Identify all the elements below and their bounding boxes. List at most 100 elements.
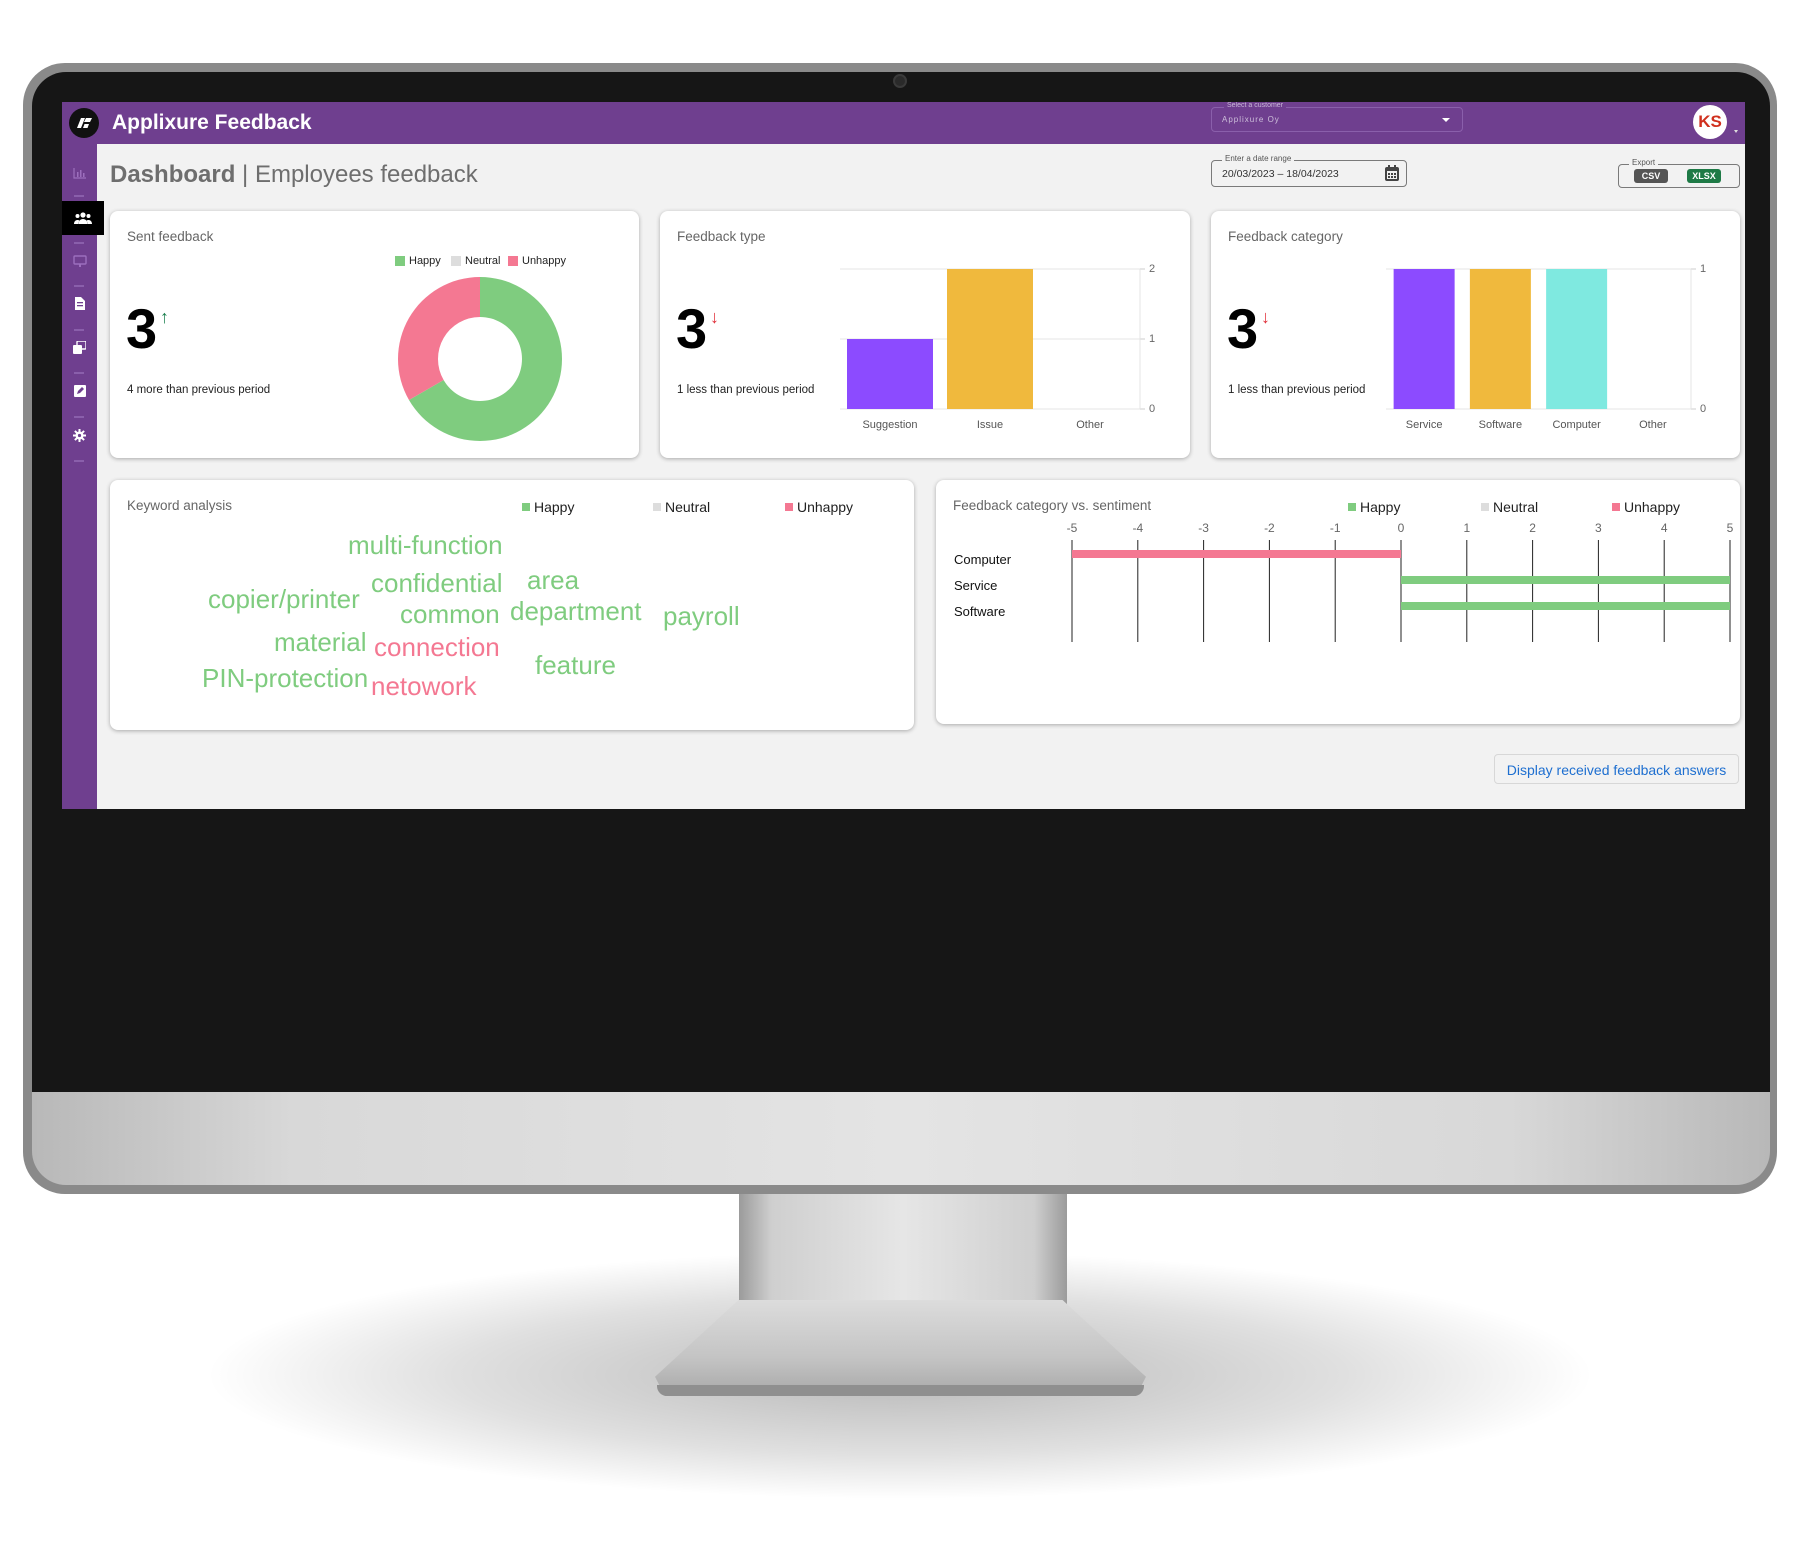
- sent-feedback-count: 3: [126, 297, 158, 360]
- keyword[interactable]: department: [510, 597, 642, 625]
- monitor-stand-base: [655, 1300, 1146, 1396]
- category-label: Software: [954, 604, 1005, 619]
- legend-neutral: Neutral: [1481, 499, 1538, 515]
- x-tick-label: 3: [1595, 521, 1602, 535]
- legend-unhappy: Unhappy: [1612, 499, 1680, 515]
- keyword[interactable]: area: [527, 566, 579, 594]
- document-icon: [74, 296, 85, 310]
- bar-service: [1393, 269, 1455, 409]
- users-icon: [74, 212, 92, 224]
- legend-swatch: [1481, 503, 1489, 511]
- keyword[interactable]: multi-function: [348, 531, 503, 559]
- export-label: Export: [1629, 158, 1659, 168]
- x-tick-label: 0: [1398, 521, 1405, 535]
- customer-select-label: Select a customer: [1224, 102, 1287, 110]
- legend-label: Happy: [409, 255, 441, 267]
- camera-icon: [893, 74, 907, 88]
- keyword[interactable]: material: [274, 628, 366, 656]
- chevron-down-icon: [1442, 118, 1450, 122]
- keyword[interactable]: netowork: [371, 672, 477, 700]
- card-title: Feedback type: [677, 229, 766, 244]
- sidebar-item-reports[interactable]: [62, 286, 97, 320]
- legend-swatch: [1612, 503, 1620, 511]
- x-tick-label: Software: [1479, 419, 1522, 431]
- feedback-type-comparison: 1 less than previous period: [677, 384, 815, 396]
- sidebar-item-statistics[interactable]: [62, 156, 97, 190]
- category-sentiment-card: Feedback category vs. sentiment Happy Ne…: [936, 480, 1740, 724]
- x-tick-label: Other: [1639, 419, 1667, 431]
- legend-swatch: [395, 256, 405, 266]
- app-title: Applixure Feedback: [112, 111, 312, 134]
- sidebar-item-employees[interactable]: [62, 201, 104, 235]
- avatar-menu-caret-icon[interactable]: [1734, 130, 1738, 133]
- keyword-analysis-card: Keyword analysis Happy Neutral Unhappy m…: [110, 480, 914, 730]
- sent-feedback-card: Sent feedback 3 ↑ 4 more than previous p…: [110, 211, 639, 458]
- monitor-icon: [72, 254, 87, 267]
- card-title: Feedback category: [1228, 229, 1343, 244]
- y-tick-label: 0: [1700, 403, 1706, 415]
- card-title: Feedback category vs. sentiment: [953, 498, 1152, 513]
- edit-icon: [73, 385, 86, 397]
- x-tick-label: 2: [1529, 521, 1536, 535]
- monitor-stand-lip: [657, 1385, 1144, 1396]
- keyword[interactable]: confidential: [371, 569, 503, 597]
- customer-select-value: Applixure Oy: [1222, 115, 1280, 124]
- category-sentiment-chart: -5 -4 -3 -2 -1 0 1 2 3 4 5 Computer Service Software: [954, 521, 1734, 642]
- legend-label: Neutral: [1493, 499, 1539, 515]
- monitor-chin: [32, 1092, 1770, 1185]
- calendar-icon[interactable]: [1384, 165, 1400, 182]
- feedback-category-count: 3: [1227, 297, 1259, 360]
- y-tick-label: 2: [1149, 263, 1155, 275]
- keyword[interactable]: copier/printer: [208, 585, 360, 613]
- x-tick-label: -2: [1264, 521, 1275, 535]
- sidebar-item-edit[interactable]: [62, 374, 97, 408]
- keyword[interactable]: payroll: [663, 602, 740, 630]
- feedback-type-card: Feedback type 3 ↓ 1 less than previous p…: [660, 211, 1190, 458]
- keyword-word-cloud: multi-function confidential area copier/…: [110, 480, 914, 730]
- keyword[interactable]: connection: [374, 633, 500, 661]
- legend-label: Happy: [1360, 499, 1401, 515]
- gear-icon: [73, 428, 86, 442]
- export-group: Export CSV XLSX: [1618, 158, 1740, 188]
- keyword[interactable]: PIN-protection: [202, 664, 368, 692]
- app-window: Applixure Feedback Select a customer App…: [62, 102, 1745, 809]
- top-bar: Applixure Feedback Select a customer App…: [62, 102, 1745, 144]
- keyword[interactable]: feature: [535, 651, 616, 679]
- date-range-field[interactable]: Enter a date range 20/03/2023 – 18/04/20…: [1211, 154, 1407, 187]
- x-tick-label: -1: [1330, 521, 1341, 535]
- sent-feedback-comparison: 4 more than previous period: [127, 384, 271, 396]
- date-range-label: Enter a date range: [1222, 154, 1295, 164]
- bar-service-happy: [1401, 576, 1730, 584]
- bar-computer-unhappy: [1072, 550, 1401, 558]
- x-tick-label: -4: [1132, 521, 1143, 535]
- sidebar-item-settings[interactable]: [62, 418, 97, 452]
- display-feedback-answers-button[interactable]: Display received feedback answers: [1494, 754, 1739, 784]
- category-label: Computer: [954, 552, 1012, 567]
- legend-label: Unhappy: [1624, 499, 1681, 515]
- legend-unhappy: Unhappy: [508, 255, 566, 267]
- x-tick-label: Service: [1406, 419, 1443, 431]
- y-tick-label: 0: [1149, 403, 1155, 415]
- feedback-category-card: Feedback category 3 ↓ 1 less than previo…: [1211, 211, 1740, 458]
- bar-software-happy: [1401, 602, 1730, 610]
- sidebar-item-devices[interactable]: [62, 244, 97, 278]
- x-tick-label: 1: [1463, 521, 1470, 535]
- feedback-category-bar-chart: 0 1 Service Software Computer Other: [1386, 263, 1706, 431]
- date-range-value: 20/03/2023 – 18/04/2023: [1222, 168, 1339, 180]
- x-tick-label: 5: [1727, 521, 1734, 535]
- bar-issue: [947, 269, 1033, 409]
- feedback-type-bar-chart: 0 1 2 Suggestion Issue Other: [840, 263, 1155, 431]
- user-avatar[interactable]: KS: [1693, 105, 1727, 139]
- export-csv-button[interactable]: CSV: [1634, 169, 1668, 183]
- customer-select[interactable]: Select a customer Applixure Oy: [1211, 102, 1463, 132]
- legend-swatch: [1348, 503, 1356, 511]
- keyword[interactable]: common: [400, 600, 500, 628]
- x-tick-label: Computer: [1552, 419, 1601, 431]
- export-xlsx-button[interactable]: XLSX: [1687, 169, 1721, 183]
- legend-label: Unhappy: [522, 255, 567, 267]
- legend-happy: Happy: [1348, 499, 1400, 515]
- legend-swatch: [508, 256, 518, 266]
- sidebar-item-copies[interactable]: [62, 330, 97, 364]
- page-title-main: Dashboard: [110, 161, 236, 188]
- app-logo-icon[interactable]: [69, 108, 99, 138]
